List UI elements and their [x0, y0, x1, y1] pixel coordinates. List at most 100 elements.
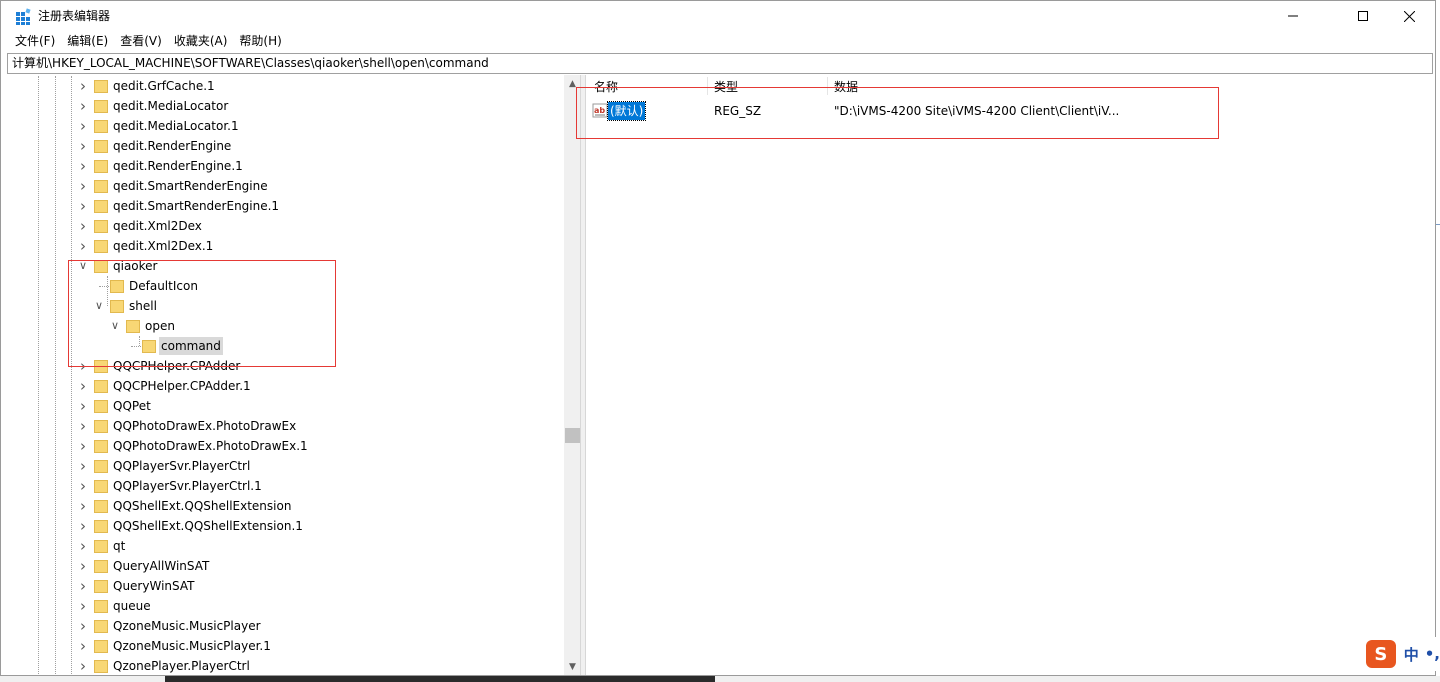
- chevron-right-icon[interactable]: ›: [76, 559, 90, 574]
- chevron-right-icon[interactable]: ›: [76, 199, 90, 214]
- tree-item-label[interactable]: qedit.SmartRenderEngine: [111, 177, 270, 195]
- tree-item[interactable]: › QzonePlayer.PlayerCtrl: [8, 656, 564, 675]
- chevron-right-icon[interactable]: ›: [76, 79, 90, 94]
- tree-item[interactable]: › QQShellExt.QQShellExtension.1: [8, 516, 564, 536]
- chevron-right-icon[interactable]: ›: [76, 439, 90, 454]
- tree-item[interactable]: ∨ shell: [8, 296, 564, 316]
- tree-item-label[interactable]: shell: [127, 297, 159, 315]
- tree-item-label[interactable]: qedit.MediaLocator.1: [111, 117, 241, 135]
- scroll-down-arrow-icon[interactable]: ▼: [564, 658, 580, 675]
- chevron-right-icon[interactable]: ›: [76, 139, 90, 154]
- close-button[interactable]: [1386, 1, 1432, 31]
- tree-item[interactable]: › QueryAllWinSAT: [8, 556, 564, 576]
- tree-item-label[interactable]: QQShellExt.QQShellExtension.1: [111, 517, 305, 535]
- tree-item[interactable]: › QQPhotoDrawEx.PhotoDrawEx: [8, 416, 564, 436]
- tree-item-label[interactable]: queue: [111, 597, 153, 615]
- tree-item[interactable]: › qedit.SmartRenderEngine.1: [8, 196, 564, 216]
- tree-item-label[interactable]: QQPet: [111, 397, 153, 415]
- chevron-right-icon[interactable]: ›: [76, 639, 90, 654]
- tree-item[interactable]: › QQPhotoDrawEx.PhotoDrawEx.1: [8, 436, 564, 456]
- tree-item-label[interactable]: DefaultIcon: [127, 277, 200, 295]
- column-divider[interactable]: [827, 77, 828, 95]
- tree-item[interactable]: ∨ open: [8, 316, 564, 336]
- chevron-down-icon[interactable]: ∨: [92, 299, 106, 313]
- tree-item[interactable]: command: [8, 336, 564, 356]
- chevron-right-icon[interactable]: ›: [76, 239, 90, 254]
- value-row[interactable]: ab (默认) REG_SZ "D:\iVMS-4200 Site\iVMS-4…: [586, 101, 1435, 121]
- tree-item-label[interactable]: QQPhotoDrawEx.PhotoDrawEx: [111, 417, 298, 435]
- tree-item[interactable]: › qedit.RenderEngine: [8, 136, 564, 156]
- tree-item[interactable]: › qedit.MediaLocator.1: [8, 116, 564, 136]
- tree-item[interactable]: › QzoneMusic.MusicPlayer.1: [8, 636, 564, 656]
- chevron-down-icon[interactable]: ∨: [108, 319, 122, 333]
- menu-file[interactable]: 文件(F): [9, 31, 61, 52]
- tree-item[interactable]: › QQCPHelper.CPAdder: [8, 356, 564, 376]
- column-divider[interactable]: [707, 77, 708, 95]
- tree-item-label[interactable]: QzoneMusic.MusicPlayer: [111, 617, 263, 635]
- menu-edit[interactable]: 编辑(E): [61, 31, 114, 52]
- tree-item-label[interactable]: QQCPHelper.CPAdder.1: [111, 377, 253, 395]
- tree-item-label[interactable]: QzoneMusic.MusicPlayer.1: [111, 637, 273, 655]
- menu-view[interactable]: 查看(V): [114, 31, 168, 52]
- tree-item[interactable]: › QQPlayerSvr.PlayerCtrl.1: [8, 476, 564, 496]
- column-header-data[interactable]: 数据: [834, 80, 858, 94]
- tree-item-label[interactable]: qt: [111, 537, 127, 555]
- tree-item-label[interactable]: qedit.RenderEngine: [111, 137, 233, 155]
- tree-item[interactable]: › QQPlayerSvr.PlayerCtrl: [8, 456, 564, 476]
- tree-item-label[interactable]: qedit.RenderEngine.1: [111, 157, 245, 175]
- chevron-right-icon[interactable]: ›: [76, 479, 90, 494]
- tree-item-label[interactable]: QueryAllWinSAT: [111, 557, 211, 575]
- value-list-pane[interactable]: 名称 类型 数据 ab (默认) REG_SZ "D:\iVMS-4200 Si…: [586, 75, 1435, 675]
- tree-item-label[interactable]: command: [159, 337, 223, 355]
- tree-item[interactable]: › QQCPHelper.CPAdder.1: [8, 376, 564, 396]
- tree-item-label[interactable]: qedit.Xml2Dex.1: [111, 237, 215, 255]
- tree-item[interactable]: › qedit.GrfCache.1: [8, 76, 564, 96]
- scroll-up-arrow-icon[interactable]: ▲: [564, 75, 580, 92]
- chevron-right-icon[interactable]: ›: [76, 659, 90, 674]
- tree-scroll-thumb[interactable]: [565, 428, 580, 443]
- chevron-right-icon[interactable]: ›: [76, 539, 90, 554]
- menu-favorites[interactable]: 收藏夹(A): [168, 31, 234, 52]
- chevron-right-icon[interactable]: ›: [76, 399, 90, 414]
- tree-item[interactable]: › qedit.Xml2Dex: [8, 216, 564, 236]
- chevron-right-icon[interactable]: ›: [76, 519, 90, 534]
- chevron-right-icon[interactable]: ›: [76, 179, 90, 194]
- tree-item-label[interactable]: QQPlayerSvr.PlayerCtrl.1: [111, 477, 264, 495]
- tree-item[interactable]: › qedit.Xml2Dex.1: [8, 236, 564, 256]
- menu-help[interactable]: 帮助(H): [233, 31, 287, 52]
- maximize-button[interactable]: [1340, 1, 1386, 31]
- tree-item-label[interactable]: qiaoker: [111, 257, 159, 275]
- chevron-right-icon[interactable]: ›: [76, 119, 90, 134]
- chevron-right-icon[interactable]: ›: [76, 219, 90, 234]
- tree-item-label[interactable]: qedit.GrfCache.1: [111, 77, 217, 95]
- chevron-right-icon[interactable]: ›: [76, 599, 90, 614]
- tree-item[interactable]: › QQPet: [8, 396, 564, 416]
- chevron-right-icon[interactable]: ›: [76, 579, 90, 594]
- tree-item-label[interactable]: open: [143, 317, 177, 335]
- tree-item[interactable]: › qt: [8, 536, 564, 556]
- tree-scrollbar[interactable]: ▲ ▼: [564, 75, 580, 675]
- tree-item[interactable]: › QzoneMusic.MusicPlayer: [8, 616, 564, 636]
- chevron-right-icon[interactable]: ›: [76, 99, 90, 114]
- chevron-right-icon[interactable]: ›: [76, 459, 90, 474]
- chevron-right-icon[interactable]: ›: [76, 499, 90, 514]
- minimize-button[interactable]: [1270, 1, 1316, 31]
- chevron-right-icon[interactable]: ›: [76, 359, 90, 374]
- ime-language[interactable]: 中: [1404, 644, 1419, 665]
- key-tree-pane[interactable]: › qedit.GrfCache.1 › qedit.MediaLocator › qed…: [8, 75, 580, 675]
- tree-item[interactable]: › QQShellExt.QQShellExtension: [8, 496, 564, 516]
- column-header-type[interactable]: 类型: [714, 80, 738, 94]
- tree-item-label[interactable]: QQPlayerSvr.PlayerCtrl: [111, 457, 252, 475]
- tree-item-label[interactable]: qedit.Xml2Dex: [111, 217, 204, 235]
- chevron-right-icon[interactable]: ›: [76, 419, 90, 434]
- tree-item[interactable]: › qedit.RenderEngine.1: [8, 156, 564, 176]
- title-bar[interactable]: 注册表编辑器: [1, 1, 1435, 31]
- chevron-right-icon[interactable]: ›: [76, 159, 90, 174]
- tree-item[interactable]: › qedit.SmartRenderEngine: [8, 176, 564, 196]
- tree-item-label[interactable]: qedit.MediaLocator: [111, 97, 230, 115]
- tree-item[interactable]: › QueryWinSAT: [8, 576, 564, 596]
- ime-punctuation-mode[interactable]: •,: [1425, 645, 1440, 663]
- tree-item[interactable]: DefaultIcon: [8, 276, 564, 296]
- tree-item-label[interactable]: qedit.SmartRenderEngine.1: [111, 197, 281, 215]
- value-name[interactable]: (默认): [606, 101, 647, 121]
